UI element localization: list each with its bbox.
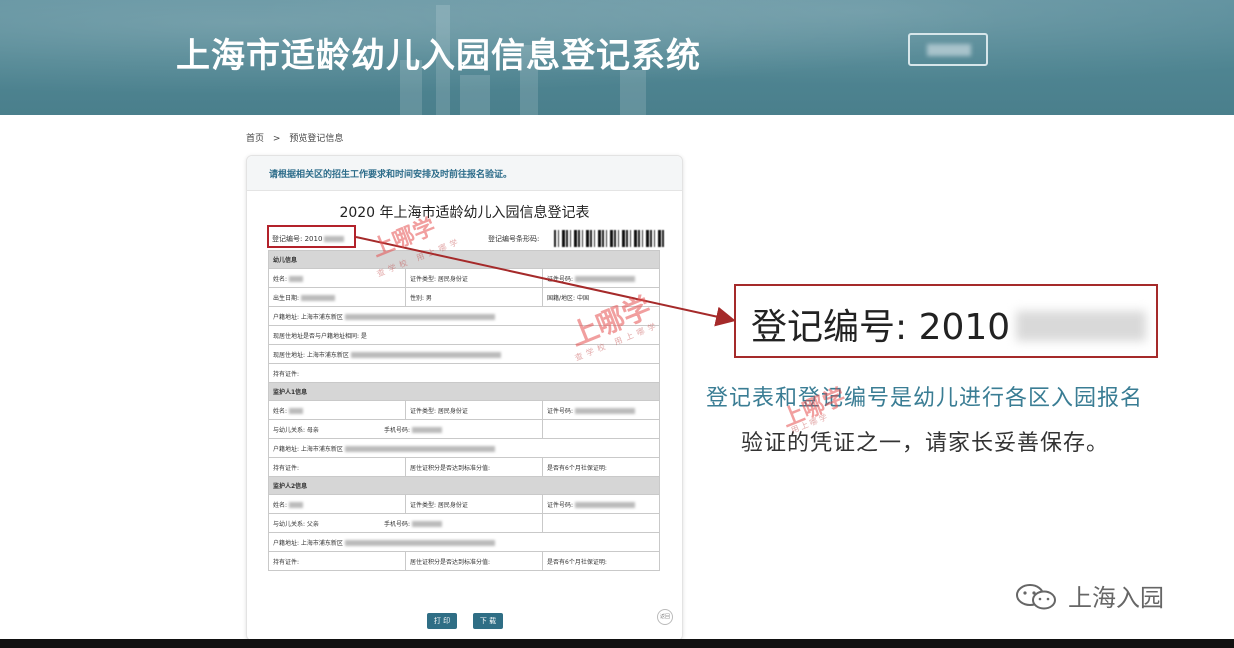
guardian2-name-cell: 姓名:	[268, 494, 406, 514]
section-guardian2-info: 监护人2信息	[268, 476, 660, 495]
guardian2-certificate-cell: 持有证件:	[268, 551, 406, 571]
child-birth-cell: 出生日期:	[268, 287, 406, 307]
download-button[interactable]: 下 载	[473, 613, 503, 629]
guardian2-social-security-cell: 是否有6个月社保证明:	[542, 551, 660, 571]
form-actions: 打 印 下 载 返回	[247, 609, 682, 633]
child-gender-cell: 性别: 男	[405, 287, 543, 307]
wechat-account-name: 上海入园	[1068, 584, 1164, 612]
registration-form-table: 幼儿信息 姓名: 证件类型: 居民身份证 证件号码: 出生日期: 性别: 男 国…	[268, 250, 660, 571]
guardian1-residence-score-cell: 居住证积分是否达到标准分值:	[405, 457, 543, 477]
blurred-number-digits	[1016, 311, 1146, 341]
guardian2-id-number-cell: 证件号码:	[542, 494, 660, 514]
print-button[interactable]: 打 印	[427, 613, 457, 629]
breadcrumb-current: 预览登记信息	[289, 134, 344, 144]
guardian1-hukou-address-cell: 户籍地址: 上海市浦东新区	[268, 438, 660, 458]
breadcrumb-home-link[interactable]: 首页	[246, 134, 264, 144]
zoomed-registration-number: 登记编号: 2010	[751, 307, 1011, 348]
form-title: 2020 年上海市适龄幼儿入园信息登记表	[339, 205, 590, 221]
registration-number-highlight-box	[267, 225, 356, 248]
page-title: 上海市适龄幼儿入园信息登记系统	[176, 36, 701, 76]
guardian1-social-security-cell: 是否有6个月社保证明:	[542, 457, 660, 477]
section-guardian1-info: 监护人1信息	[268, 382, 660, 401]
site-header: 上海市适龄幼儿入园信息登记系统	[0, 0, 1234, 115]
barcode-image	[554, 230, 664, 247]
guardian2-residence-score-cell: 居住证积分是否达到标准分值:	[405, 551, 543, 571]
notice-text: 请根据相关区的招生工作要求和时间安排及时前往报名验证。	[269, 170, 513, 180]
section-child-info: 幼儿信息	[268, 250, 660, 269]
child-id-number-cell: 证件号码:	[542, 268, 660, 288]
skyline-building	[460, 75, 490, 115]
user-account-button[interactable]	[908, 33, 988, 66]
child-id-type-cell: 证件类型: 居民身份证	[405, 268, 543, 288]
breadcrumb: 首页 > 预览登记信息	[246, 131, 349, 144]
barcode-label: 登记编号条形码:	[488, 235, 540, 243]
guardian1-certificate-cell: 持有证件:	[268, 457, 406, 477]
guardian1-relation-cell: 与幼儿关系: 母亲 手机号码:	[268, 419, 543, 439]
guardian1-empty-cell	[542, 419, 660, 439]
child-certificate-cell: 持有证件:	[268, 363, 660, 383]
bottom-border	[0, 639, 1234, 648]
breadcrumb-separator: >	[272, 134, 281, 144]
guardian1-id-type-cell: 证件类型: 居民身份证	[405, 400, 543, 420]
guardian2-empty-cell	[542, 513, 660, 533]
wechat-icon	[1016, 584, 1056, 610]
guardian2-relation-cell: 与幼儿关系: 父亲 手机号码:	[268, 513, 543, 533]
notice-bar: 请根据相关区的招生工作要求和时间安排及时前往报名验证。	[247, 156, 682, 191]
back-button[interactable]: 返回	[657, 609, 673, 625]
guardian2-id-type-cell: 证件类型: 居民身份证	[405, 494, 543, 514]
guardian1-name-cell: 姓名:	[268, 400, 406, 420]
caption-line-1: 登记表和登记编号是幼儿进行各区入园报名	[706, 386, 1144, 411]
guardian1-id-number-cell: 证件号码:	[542, 400, 660, 420]
registration-number-zoom-box: 登记编号: 2010	[734, 284, 1158, 358]
guardian2-hukou-address-cell: 户籍地址: 上海市浦东新区	[268, 532, 660, 552]
blurred-username	[927, 44, 971, 56]
